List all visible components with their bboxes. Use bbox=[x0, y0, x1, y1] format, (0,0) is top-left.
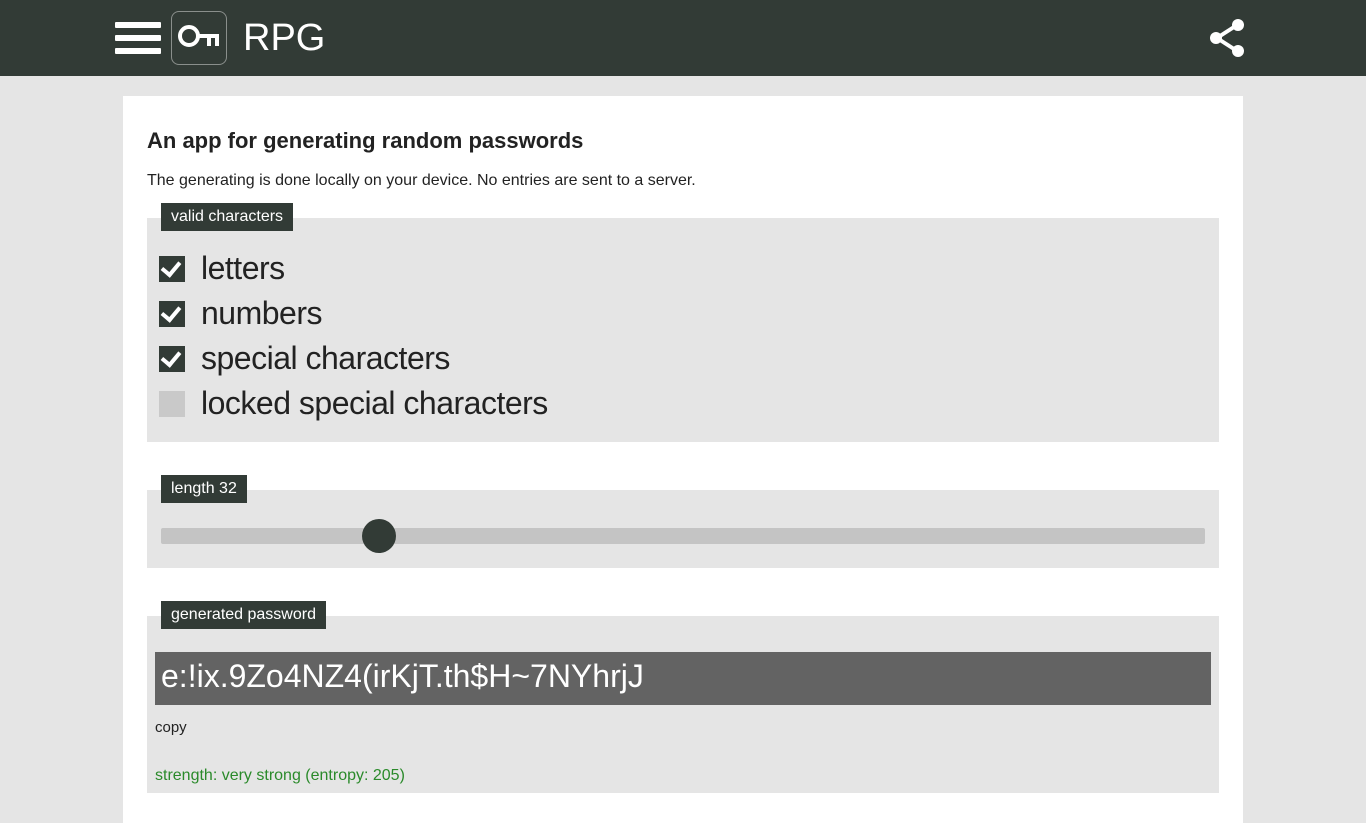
valid-characters-section: valid characters letters numbers special… bbox=[147, 218, 1219, 442]
menu-button[interactable] bbox=[115, 18, 161, 58]
share-button[interactable] bbox=[1208, 17, 1246, 59]
checkbox-input[interactable] bbox=[159, 346, 185, 372]
strength-prefix: strength: bbox=[155, 767, 222, 784]
checkbox-special[interactable]: special characters bbox=[159, 336, 1207, 381]
page-heading: An app for generating random passwords bbox=[147, 128, 1219, 154]
checkbox-letters[interactable]: letters bbox=[159, 246, 1207, 291]
checkbox-input[interactable] bbox=[159, 256, 185, 282]
entropy-value: 205 bbox=[373, 767, 400, 784]
checkbox-label: locked special characters bbox=[201, 385, 548, 422]
entropy-suffix: ) bbox=[400, 767, 405, 784]
entropy-prefix: (entropy: bbox=[301, 767, 373, 784]
length-slider[interactable] bbox=[161, 528, 1205, 544]
length-tag: length 32 bbox=[161, 475, 247, 503]
strength-text: very strong bbox=[222, 767, 301, 784]
app-header: RPG bbox=[0, 0, 1366, 76]
checkbox-label: letters bbox=[201, 250, 285, 287]
checkbox-input[interactable] bbox=[159, 301, 185, 327]
password-output[interactable]: e:!ix.9Zo4NZ4(irKjT.th$H~7NYhrjJ bbox=[155, 652, 1211, 705]
main-card: An app for generating random passwords T… bbox=[123, 96, 1243, 823]
checkbox-label: special characters bbox=[201, 340, 450, 377]
copy-button[interactable]: copy bbox=[155, 719, 187, 736]
checkbox-locked-special[interactable]: locked special characters bbox=[159, 381, 1207, 426]
slider-thumb[interactable] bbox=[362, 519, 396, 553]
generated-tag: generated password bbox=[161, 601, 326, 629]
key-icon bbox=[177, 22, 221, 54]
generated-body: e:!ix.9Zo4NZ4(irKjT.th$H~7NYhrjJ copy st… bbox=[147, 616, 1219, 793]
share-icon bbox=[1208, 17, 1246, 59]
length-tag-prefix: length bbox=[171, 480, 219, 497]
strength-indicator: strength: very strong (entropy: 205) bbox=[155, 767, 1211, 785]
checkbox-numbers[interactable]: numbers bbox=[159, 291, 1207, 336]
hamburger-line bbox=[115, 48, 161, 54]
generated-password-section: generated password e:!ix.9Zo4NZ4(irKjT.t… bbox=[147, 616, 1219, 793]
app-logo bbox=[171, 11, 227, 65]
hamburger-line bbox=[115, 22, 161, 28]
length-value: 32 bbox=[219, 480, 237, 497]
app-title: RPG bbox=[243, 17, 325, 60]
valid-characters-body: letters numbers special characters locke… bbox=[147, 218, 1219, 442]
length-body bbox=[147, 490, 1219, 568]
length-section: length 32 bbox=[147, 490, 1219, 568]
hamburger-line bbox=[115, 35, 161, 41]
page-subheading: The generating is done locally on your d… bbox=[147, 172, 1219, 190]
checkbox-label: numbers bbox=[201, 295, 322, 332]
header-left: RPG bbox=[0, 11, 325, 65]
valid-characters-tag: valid characters bbox=[161, 203, 293, 231]
checkbox-input[interactable] bbox=[159, 391, 185, 417]
